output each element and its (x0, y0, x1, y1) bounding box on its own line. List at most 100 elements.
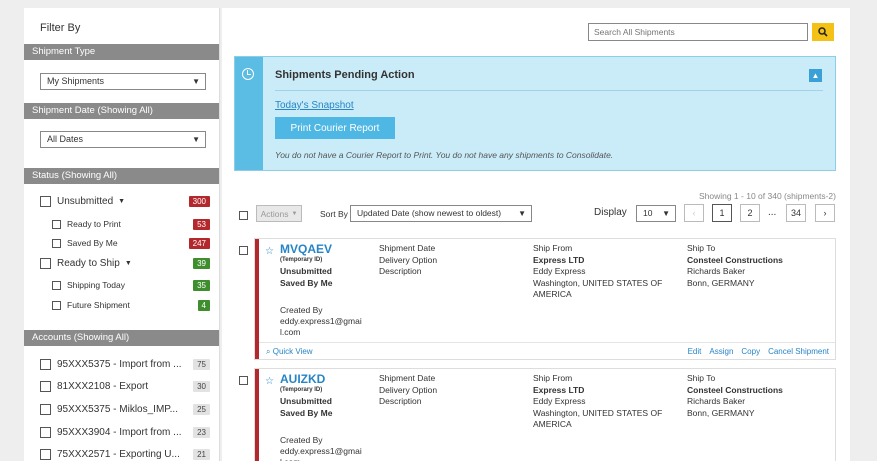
sort-select[interactable]: Updated Date (show newest to oldest) ▼ (350, 205, 532, 222)
collapse-button[interactable]: ▲ (809, 69, 822, 82)
account-item[interactable]: 81XXX2108 - Export 30 (40, 381, 210, 392)
checkbox[interactable] (52, 219, 61, 229)
star-icon[interactable]: ☆ (265, 376, 274, 387)
account-label: 95XXX5375 - Import from ... (57, 359, 182, 370)
shipment-type-header: Shipment Type (24, 44, 219, 60)
checkbox[interactable] (52, 280, 61, 290)
page-34[interactable]: 34 (786, 204, 807, 222)
quick-view-link[interactable]: ⌕ Quick View (266, 347, 313, 357)
chevron-left-icon: ‹ (692, 208, 696, 218)
status-label: Saved By Me (67, 238, 118, 248)
checkbox[interactable] (40, 359, 51, 370)
shipment-card: ☆ MVQAEV (Temporary ID) Unsubmitted Save… (254, 238, 836, 360)
edit-link[interactable]: Edit (688, 347, 702, 356)
shipment-date-select[interactable]: All Dates ▼ (40, 131, 206, 148)
shipment-id[interactable]: AUIZKD (280, 372, 325, 386)
search-input[interactable] (588, 23, 808, 41)
meta-label: Delivery Option (379, 254, 438, 265)
meta-label: Description (379, 266, 422, 276)
checkbox[interactable] (40, 427, 51, 438)
ship-from-label: Ship From (533, 373, 573, 383)
checkbox[interactable] (40, 449, 51, 460)
checkbox[interactable] (40, 404, 51, 415)
created-label: Created By (280, 435, 323, 445)
count-badge: 21 (193, 449, 210, 460)
shipment-status: Unsubmitted (280, 266, 332, 276)
prev-page-button[interactable]: ‹ (684, 204, 704, 222)
shipment-card: ☆ AUIZKD (Temporary ID) Unsubmitted Save… (254, 368, 836, 461)
sort-value: Updated Date (show newest to oldest) (357, 208, 502, 218)
ship-to-name: Richards Baker (687, 396, 746, 406)
chevron-down-icon: ▼ (192, 77, 200, 86)
todays-snapshot-link[interactable]: Today's Snapshot (275, 100, 354, 111)
assign-link[interactable]: Assign (709, 347, 733, 356)
meta-label: Shipment Date (379, 373, 436, 383)
status-unsubmitted[interactable]: Unsubmitted ▼ 300 (40, 196, 210, 207)
status-label: Ready to Ship (57, 258, 120, 269)
ship-to-company: Consteel Constructions (687, 254, 783, 265)
actions-button[interactable]: Actions ▼ (256, 205, 302, 222)
count-badge: 300 (188, 196, 210, 207)
account-item[interactable]: 95XXX5375 - Import from ... 75 (40, 359, 210, 370)
checkbox[interactable] (52, 300, 61, 310)
ship-to: Ship To Consteel Constructions Richards … (687, 243, 827, 289)
count-badge: 35 (193, 279, 210, 291)
account-item[interactable]: 95XXX3904 - Import from ... 23 (40, 427, 210, 438)
page-2[interactable]: 2 (740, 204, 760, 222)
cancel-shipment-link[interactable]: Cancel Shipment (768, 347, 829, 356)
sort-by-label: Sort By (320, 209, 348, 219)
count-badge: 25 (193, 404, 210, 415)
status-future-shipment[interactable]: Future Shipment 4 (52, 299, 210, 311)
display-select[interactable]: 10 ▼ (636, 205, 676, 222)
chevron-down-icon[interactable]: ▼ (125, 260, 132, 267)
status-label: Future Shipment (67, 300, 130, 310)
page-1[interactable]: 1 (712, 204, 732, 222)
next-page-button[interactable]: › (815, 204, 835, 222)
select-all-checkbox[interactable] (239, 211, 248, 220)
checkbox[interactable] (52, 238, 61, 248)
row-checkbox[interactable] (239, 376, 248, 385)
pending-strip (235, 57, 263, 170)
display-label: Display (594, 207, 627, 218)
shipment-id[interactable]: MVQAEV (280, 242, 332, 256)
shipment-date-header: Shipment Date (Showing All) (24, 103, 219, 119)
status-shipping-today[interactable]: Shipping Today 35 (52, 279, 210, 291)
checkbox[interactable] (40, 381, 51, 392)
count-badge: 4 (197, 299, 210, 311)
status-ready-to-ship[interactable]: Ready to Ship ▼ 39 (40, 258, 210, 269)
results-count: Showing 1 - 10 of 340 (shipments-2) (698, 191, 836, 201)
count-badge: 23 (193, 427, 210, 438)
chevron-up-icon: ▲ (811, 71, 820, 80)
chevron-down-icon[interactable]: ▼ (118, 198, 125, 205)
search-icon: ⌕ (266, 347, 271, 356)
status-saved-by-me[interactable]: Saved By Me 247 (52, 237, 210, 249)
checkbox[interactable] (40, 196, 51, 207)
status-ready-to-print[interactable]: Ready to Print 53 (52, 218, 210, 230)
created-by: Created By eddy.express1@gmail.com (280, 305, 362, 338)
search-button[interactable] (812, 23, 834, 41)
clock-icon (242, 68, 254, 80)
shipment-saved: Saved By Me (280, 408, 333, 418)
row-checkbox[interactable] (239, 246, 248, 255)
ship-to-name: Richards Baker (687, 266, 746, 276)
copy-link[interactable]: Copy (741, 347, 760, 356)
print-courier-report-button[interactable]: Print Courier Report (275, 117, 395, 139)
star-icon[interactable]: ☆ (265, 246, 274, 257)
display-value: 10 (643, 208, 653, 218)
ship-to: Ship To Consteel Constructions Richards … (687, 373, 827, 419)
created-label: Created By (280, 305, 323, 315)
meta-label: Shipment Date (379, 243, 436, 253)
checkbox[interactable] (40, 258, 51, 269)
count-badge: 30 (193, 381, 210, 392)
actions-label: Actions (260, 208, 289, 219)
shipment-type-select[interactable]: My Shipments ▼ (40, 73, 206, 90)
account-item[interactable]: 75XXX2571 - Exporting U... 21 (40, 449, 210, 460)
ship-to-address: Bonn, GERMANY (687, 277, 755, 288)
account-label: 95XXX5375 - Miklos_IMP... (57, 404, 178, 415)
pending-action-panel: Shipments Pending Action ▲ Today's Snaps… (234, 56, 836, 171)
pending-message: You do not have a Courier Report to Prin… (275, 150, 614, 160)
count-badge: 247 (188, 237, 210, 249)
status-label: Shipping Today (67, 280, 125, 290)
account-item[interactable]: 95XXX5375 - Miklos_IMP... 25 (40, 404, 210, 415)
quick-view-label: Quick View (272, 347, 313, 356)
